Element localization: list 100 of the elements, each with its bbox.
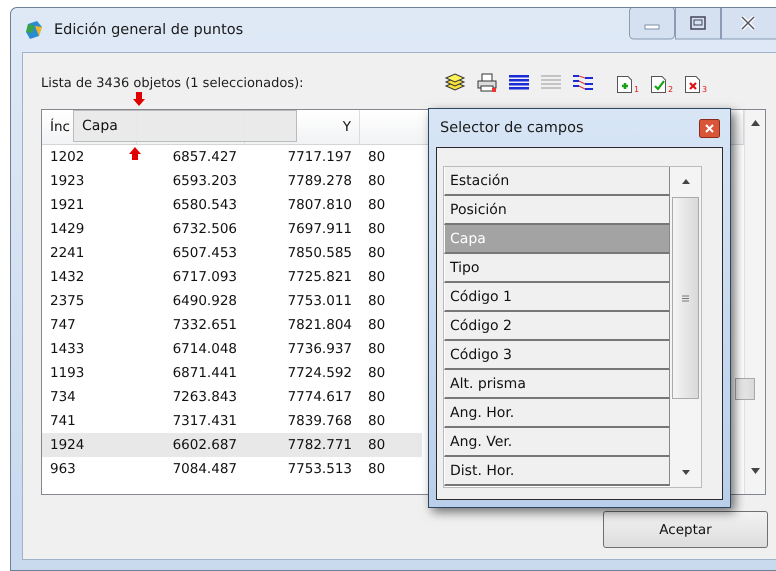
table-cell: 80	[368, 341, 386, 357]
table-row[interactable]: 1432 6717.093 7725.821 80	[42, 265, 422, 289]
document-plus-button[interactable]: 1	[616, 72, 640, 94]
table-cell: 6602.687	[172, 437, 237, 453]
table-cell: 7850.585	[288, 245, 352, 261]
table-cell: 1924	[50, 437, 84, 453]
table-cell: 80	[368, 221, 386, 237]
table-cell: 6490.928	[172, 293, 237, 309]
table-row[interactable]: 1202 6857.427 7717.197 80	[42, 145, 422, 169]
table-row[interactable]: 963 7084.487 7753.513 80	[42, 457, 422, 481]
field-list-item[interactable]: Alt. prisma	[444, 370, 670, 399]
table-cell: 7697.911	[288, 221, 352, 237]
table-cell: 80	[368, 149, 386, 165]
table-cell: 1432	[50, 269, 84, 285]
field-list-item[interactable]: Dist. Hor.	[444, 457, 670, 486]
table-cell: 7753.011	[288, 293, 352, 309]
table-cell: 7724.592	[288, 365, 352, 381]
table-row[interactable]: 1923 6593.203 7789.278 80	[42, 169, 422, 193]
field-list-item[interactable]: Estación	[444, 167, 670, 196]
table-cell: 7753.513	[288, 461, 352, 477]
table-cell: 80	[368, 389, 386, 405]
app-logo-icon	[24, 20, 44, 40]
window-title: Edición general de puntos	[54, 22, 244, 38]
table-cell: 1193	[50, 365, 84, 381]
table-cell: 7789.278	[288, 173, 352, 189]
field-list-item[interactable]: Tipo	[444, 254, 670, 283]
field-list-item[interactable]: Código 3	[444, 341, 670, 370]
document-check-button[interactable]: 2	[650, 72, 674, 94]
table-cell: 7839.768	[288, 413, 352, 429]
table-cell: 7774.617	[288, 389, 352, 405]
table-row[interactable]: 741 7317.431 7839.768 80	[42, 409, 422, 433]
field-list-item[interactable]: Ang. Hor.	[444, 399, 670, 428]
down-arrow-icon	[133, 92, 145, 106]
table-cell: 80	[368, 413, 386, 429]
table-cell: 7332.651	[172, 317, 237, 333]
table-cell: 80	[368, 461, 386, 477]
table-cell: 6857.427	[172, 149, 237, 165]
table-cell: 6507.453	[172, 245, 237, 261]
table-cell: 1923	[50, 173, 84, 189]
layers-icon[interactable]	[444, 73, 466, 93]
table-cell: 1921	[50, 197, 84, 213]
table-cell: 6871.441	[172, 365, 237, 381]
field-list-item[interactable]: Código 2	[444, 312, 670, 341]
table-cell: 7725.821	[288, 269, 352, 285]
scrollbar-thumb[interactable]	[672, 197, 699, 399]
scroll-up-arrow-icon[interactable]	[682, 179, 690, 184]
printer-icon[interactable]	[476, 73, 498, 93]
field-list-item[interactable]: Ang. Ver.	[444, 428, 670, 457]
table-cell: 7317.431	[172, 413, 237, 429]
document-cross-button[interactable]: 3	[684, 72, 708, 94]
table-cell: 7736.937	[288, 341, 352, 357]
table-cell: 7263.843	[172, 389, 237, 405]
dragged-column-header[interactable]: Capa	[73, 110, 297, 142]
table-cell: 1202	[50, 149, 84, 165]
table-row[interactable]: 747 7332.651 7821.804 80	[42, 313, 422, 337]
table-row[interactable]: 1924 6602.687 7782.771 80	[42, 433, 422, 457]
table-cell: 2375	[50, 293, 84, 309]
lines-icon[interactable]	[508, 74, 530, 92]
table-cell: 747	[50, 317, 76, 333]
scroll-down-arrow-icon[interactable]	[750, 468, 760, 474]
table-cell: 80	[368, 365, 386, 381]
table-row[interactable]: 734 7263.843 7774.617 80	[42, 385, 422, 409]
table-cell: 6593.203	[172, 173, 237, 189]
scroll-down-arrow-icon[interactable]	[682, 470, 690, 475]
tree-icon[interactable]	[572, 74, 594, 92]
list-count-label: Lista de 3436 objetos (1 seleccionados):	[41, 76, 304, 90]
up-arrow-icon	[129, 147, 141, 160]
field-list-item[interactable]: Código 1	[444, 283, 670, 312]
table-cell: 7782.771	[288, 437, 352, 453]
minimize-button[interactable]	[629, 8, 675, 40]
table-cell: 80	[368, 269, 386, 285]
table-cell: 6714.048	[172, 341, 237, 357]
table-row[interactable]: 1921 6580.543 7807.810 80	[42, 193, 422, 217]
table-row[interactable]: 2375 6490.928 7753.011 80	[42, 289, 422, 313]
field-list-item[interactable]: Posición	[444, 196, 670, 225]
column-header[interactable]: Ínc	[50, 119, 70, 135]
table-cell: 80	[368, 293, 386, 309]
table-cell: 7717.197	[288, 149, 352, 165]
table-cell: 7084.487	[172, 461, 237, 477]
accept-button[interactable]: Aceptar	[603, 511, 768, 548]
table-cell: 2241	[50, 245, 84, 261]
table-cell: 963	[50, 461, 76, 477]
scroll-up-arrow-icon[interactable]	[750, 120, 760, 126]
table-cell: 7821.804	[288, 317, 352, 333]
table-cell: 6717.093	[172, 269, 237, 285]
table-row[interactable]: 2241 6507.453 7850.585 80	[42, 241, 422, 265]
column-header[interactable]: Y	[342, 119, 351, 135]
table-row[interactable]: 1429 6732.506 7697.911 80	[42, 217, 422, 241]
table-row[interactable]: 1193 6871.441 7724.592 80	[42, 361, 422, 385]
table-cell: 1433	[50, 341, 84, 357]
table-cell: 80	[368, 437, 386, 453]
close-button[interactable]	[699, 118, 720, 138]
scrollbar-thumb[interactable]	[735, 378, 755, 400]
table-cell: 1429	[50, 221, 84, 237]
table-cell: 6732.506	[172, 221, 237, 237]
table-cell: 7807.810	[288, 197, 352, 213]
table-row[interactable]: 1433 6714.048 7736.937 80	[42, 337, 422, 361]
dotted-lines-icon[interactable]	[540, 74, 562, 92]
table-cell: 6580.543	[172, 197, 237, 213]
maximize-button[interactable]	[675, 8, 721, 40]
